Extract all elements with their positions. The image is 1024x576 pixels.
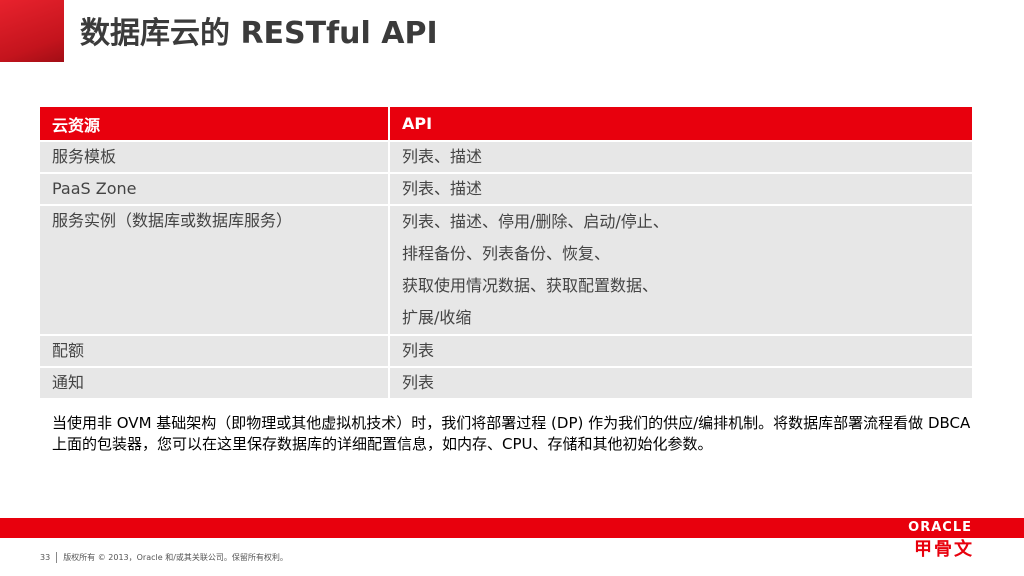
corner-accent (0, 0, 64, 62)
api-cell: 列表 (389, 366, 972, 398)
table-header-row: 云资源 API (40, 107, 972, 141)
resource-cell: 服务实例（数据库或数据库服务） (40, 204, 390, 335)
api-cell: 列表 (389, 334, 972, 367)
bottom-red-bar (0, 518, 1024, 538)
table-row: 通知 列表 (40, 366, 972, 398)
resource-cell: PaaS Zone (40, 172, 390, 205)
api-cell: 列表、描述 (389, 140, 972, 173)
api-cell: 列表、描述 (389, 172, 972, 205)
oracle-logo: ORACLE (908, 520, 972, 535)
description-note: 当使用非 OVM 基础架构（即物理或其他虚拟机技术）时，我们将部署过程 (DP)… (52, 414, 971, 453)
copyright-text: 版权所有 © 2013，Oracle 和/或其关联公司。保留所有权利。 (63, 553, 288, 562)
resource-cell: 服务模板 (40, 140, 390, 173)
table-row: PaaS Zone 列表、描述 (40, 172, 972, 205)
footer-separator (56, 552, 58, 563)
table-row: 服务实例（数据库或数据库服务） 列表、描述、停用/删除、启动/停止、 排程备份、… (40, 204, 972, 335)
api-line: 扩展/收缩 (402, 308, 472, 327)
api-table: 云资源 API 服务模板 列表、描述 PaaS Zone 列表、描述 服务实例（… (40, 107, 972, 398)
table-row: 服务模板 列表、描述 (40, 140, 972, 173)
header-cloud-resource: 云资源 (40, 107, 390, 141)
api-cell: 列表、描述、停用/删除、启动/停止、 排程备份、列表备份、恢复、 获取使用情况数… (389, 204, 972, 335)
page-number: 33 (40, 553, 51, 562)
header-api: API (389, 107, 972, 141)
slide-title: 数据库云的 RESTful API (80, 16, 438, 51)
oracle-logo-chinese: 甲骨文 (914, 539, 974, 560)
api-line: 获取使用情况数据、获取配置数据、 (402, 276, 659, 295)
api-line: 排程备份、列表备份、恢复、 (402, 244, 611, 263)
resource-cell: 通知 (40, 366, 390, 398)
api-line: 列表、描述、停用/删除、启动/停止、 (402, 212, 669, 231)
resource-cell: 配额 (40, 334, 390, 367)
footer: 33 版权所有 © 2013，Oracle 和/或其关联公司。保留所有权利。 (40, 551, 288, 565)
table-row: 配额 列表 (40, 334, 972, 367)
